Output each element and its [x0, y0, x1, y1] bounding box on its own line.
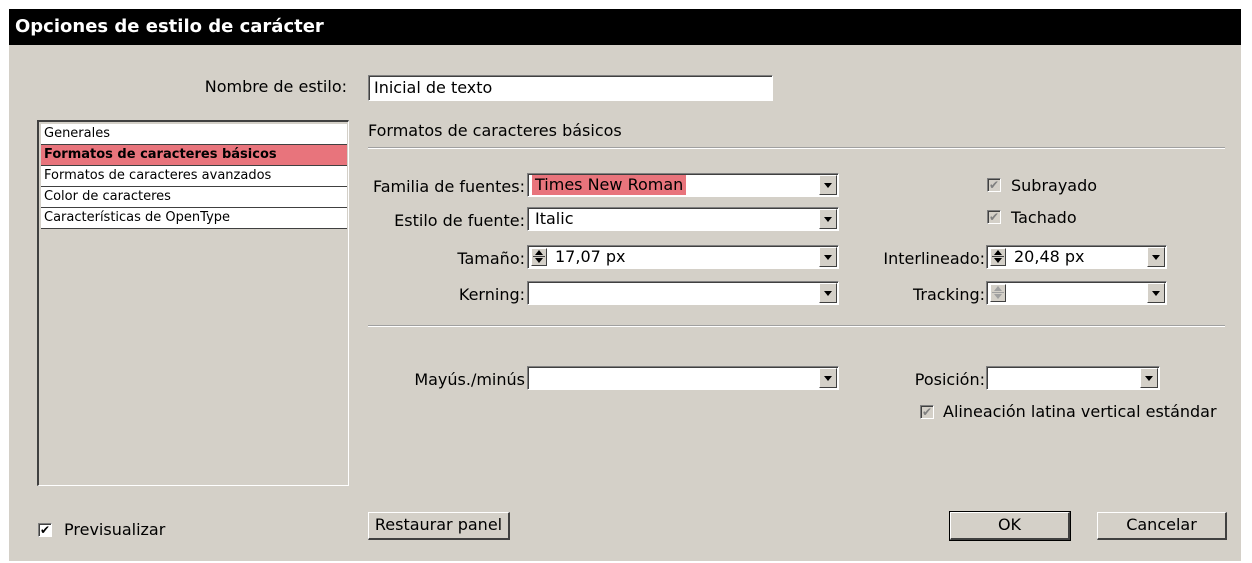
latin-vertical-label: Alineación latina vertical estándar — [943, 402, 1217, 421]
position-combo[interactable] — [986, 366, 1160, 390]
kerning-combo[interactable] — [527, 281, 839, 305]
case-label: Mayús./minús — [414, 370, 525, 389]
underline-checkbox[interactable]: ✔ — [987, 178, 1001, 192]
preview-label: Previsualizar — [64, 520, 166, 539]
section-item-generales[interactable]: Generales — [41, 124, 347, 145]
chevron-down-icon[interactable] — [819, 283, 837, 303]
font-family-value: Times New Roman — [532, 175, 687, 195]
ok-button[interactable]: OK — [949, 511, 1071, 541]
arrow-down-icon[interactable] — [994, 294, 1002, 299]
underline-label: Subrayado — [1011, 176, 1098, 195]
stepper-divider — [533, 256, 545, 257]
font-style-combo[interactable]: Italic — [527, 207, 839, 231]
section-item-opentype[interactable]: Características de OpenType — [41, 208, 347, 229]
section-list: Generales Formatos de caracteres básicos… — [37, 120, 349, 486]
cancel-button[interactable]: Cancelar — [1097, 512, 1227, 540]
kerning-label: Kerning: — [458, 285, 525, 304]
check-icon: ✔ — [39, 523, 51, 537]
position-label: Posición: — [914, 370, 985, 389]
leading-label: Interlineado: — [883, 249, 985, 268]
font-style-value: Italic — [535, 209, 574, 228]
check-icon: ✔ — [921, 405, 933, 419]
chevron-down-icon[interactable] — [1147, 283, 1165, 303]
tracking-stepper[interactable] — [990, 284, 1006, 302]
size-combo[interactable]: 17,07 px — [527, 245, 839, 269]
panel-heading: Formatos de caracteres básicos — [368, 121, 622, 140]
tracking-value — [1011, 283, 1017, 303]
character-style-dialog: Opciones de estilo de carácter Nombre de… — [9, 9, 1241, 561]
arrow-down-icon[interactable] — [994, 258, 1002, 263]
section-item-basic-formats[interactable]: Formatos de caracteres básicos — [41, 145, 347, 166]
arrow-down-icon[interactable] — [535, 258, 543, 263]
tracking-combo[interactable] — [986, 281, 1167, 305]
reset-panel-button[interactable]: Restaurar panel — [368, 512, 510, 540]
case-combo[interactable] — [527, 366, 839, 390]
arrow-up-icon[interactable] — [994, 286, 1002, 291]
case-value — [532, 368, 538, 388]
latin-vertical-checkbox[interactable]: ✔ — [920, 405, 934, 419]
chevron-down-icon[interactable] — [819, 175, 837, 195]
leading-stepper[interactable] — [990, 248, 1006, 266]
stepper-divider — [992, 256, 1004, 257]
chevron-down-icon[interactable] — [819, 209, 837, 229]
chevron-down-icon[interactable] — [1140, 368, 1158, 388]
position-value — [991, 368, 997, 388]
stepper-divider — [992, 292, 1004, 293]
chevron-down-icon[interactable] — [1147, 247, 1165, 267]
size-label: Tamaño: — [457, 249, 525, 268]
preview-checkbox[interactable]: ✔ — [38, 523, 52, 537]
section-item-advanced-formats[interactable]: Formatos de caracteres avanzados — [41, 166, 347, 187]
check-icon: ✔ — [988, 178, 1000, 192]
arrow-up-icon[interactable] — [994, 250, 1002, 255]
check-icon: ✔ — [988, 210, 1000, 224]
panel-heading-divider — [368, 147, 1225, 149]
dialog-title: Opciones de estilo de carácter — [9, 9, 1241, 45]
panel-section-divider — [368, 325, 1225, 327]
strikethrough-label: Tachado — [1011, 208, 1077, 227]
arrow-up-icon[interactable] — [535, 250, 543, 255]
style-name-label: Nombre de estilo: — [204, 77, 347, 96]
chevron-down-icon[interactable] — [819, 247, 837, 267]
chevron-down-icon[interactable] — [819, 368, 837, 388]
font-style-label: Estilo de fuente: — [394, 211, 525, 230]
tracking-label: Tracking: — [913, 285, 985, 304]
section-item-character-color[interactable]: Color de caracteres — [41, 187, 347, 208]
font-family-combo[interactable]: Times New Roman — [527, 173, 839, 197]
leading-value: 20,48 px — [1014, 247, 1085, 266]
leading-combo[interactable]: 20,48 px — [986, 245, 1167, 269]
size-value: 17,07 px — [555, 247, 626, 266]
style-name-input[interactable]: Inicial de texto — [368, 75, 773, 101]
font-family-label: Familia de fuentes: — [372, 177, 525, 196]
strikethrough-checkbox[interactable]: ✔ — [987, 210, 1001, 224]
size-stepper[interactable] — [531, 248, 547, 266]
kerning-value — [532, 283, 538, 303]
